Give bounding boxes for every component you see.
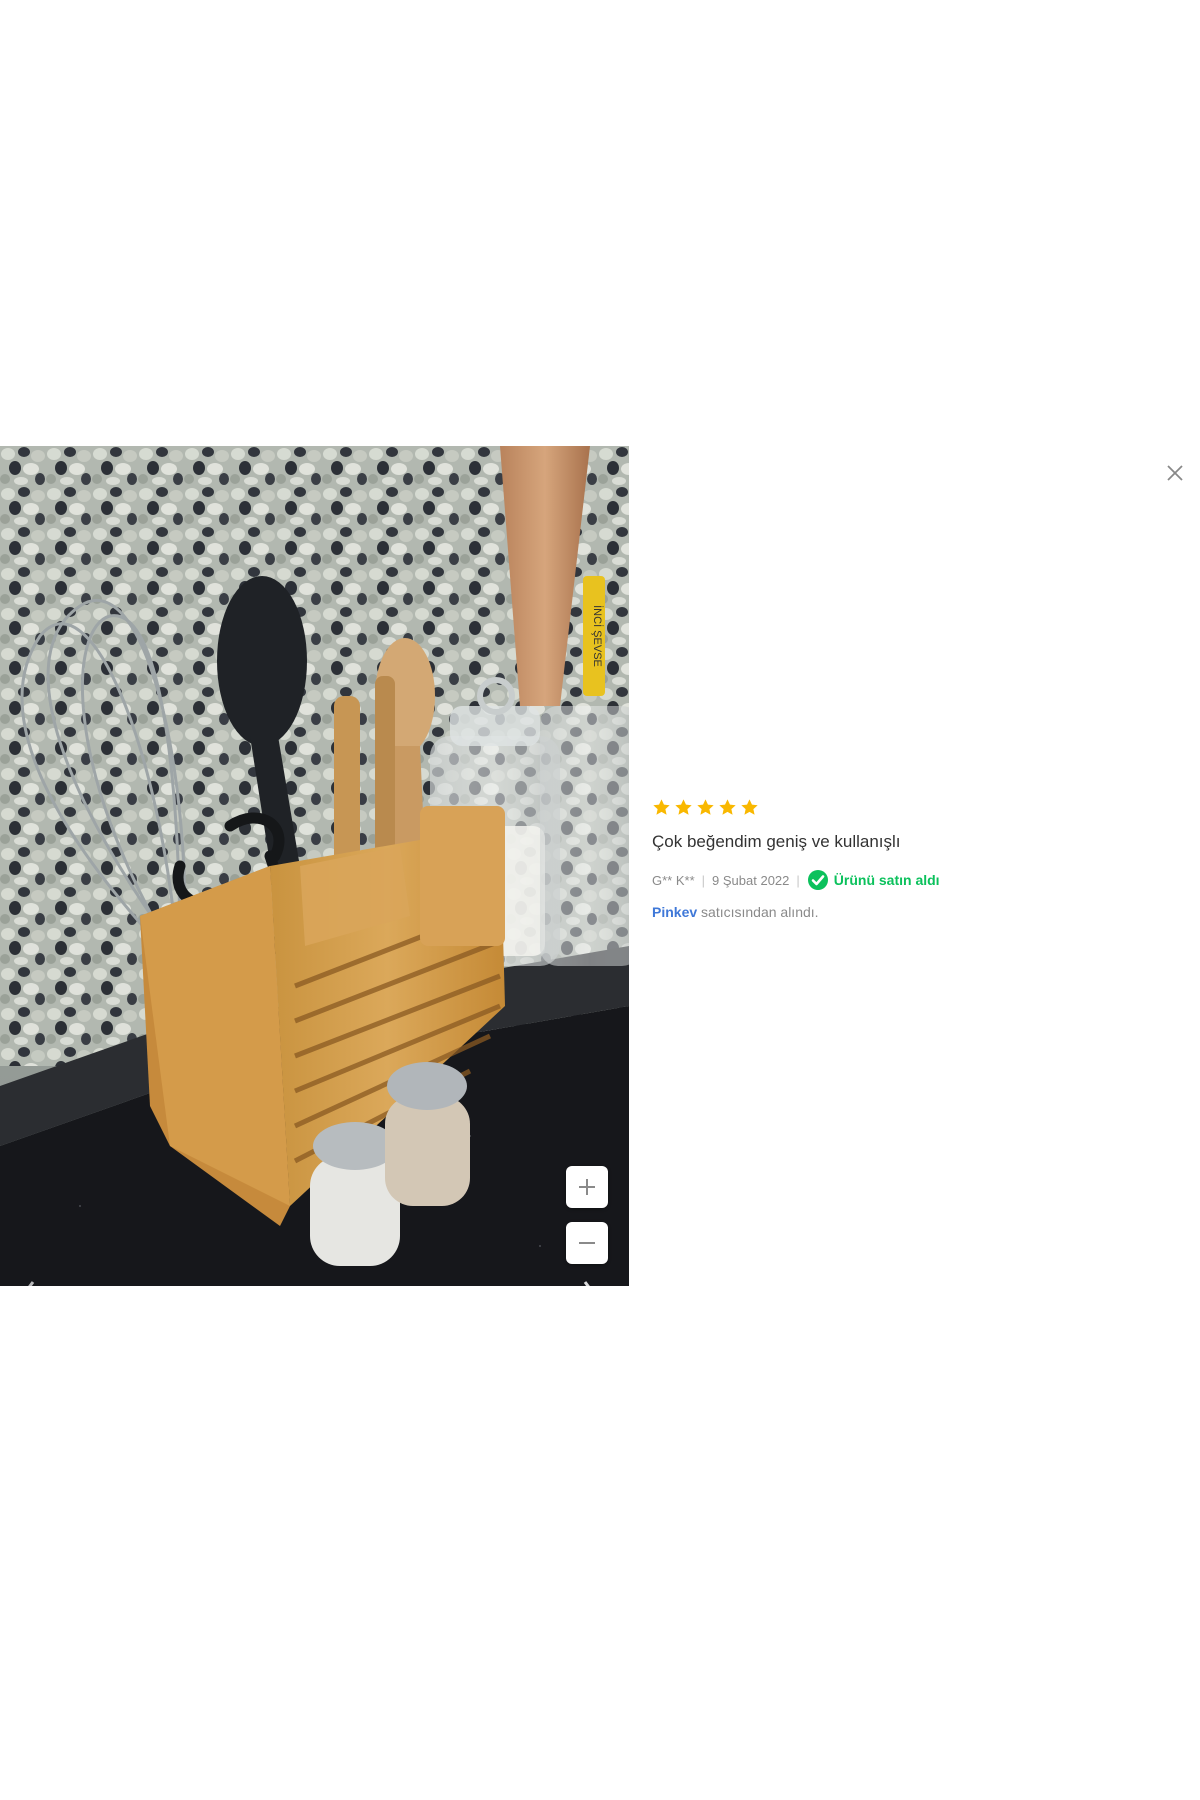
review-photo: İNCİ ŞEVSE [0, 446, 629, 1286]
chevron-right-icon [583, 1281, 590, 1286]
chevron-left-icon [28, 1281, 35, 1286]
svg-text:İNCİ ŞEVSE: İNCİ ŞEVSE [591, 605, 604, 667]
plus-icon [579, 1179, 595, 1195]
star-rating [652, 796, 1172, 818]
meta-separator: | [701, 872, 706, 888]
zoom-out-button[interactable] [566, 1222, 608, 1264]
star-icon [719, 798, 736, 815]
verified-label: Ürünü satın aldı [833, 872, 940, 888]
check-circle-icon [807, 870, 828, 890]
close-button[interactable] [1162, 460, 1188, 486]
previous-image-button[interactable] [4, 1266, 44, 1286]
seller-link[interactable]: Pinkev [652, 904, 697, 920]
review-text: Çok beğendim geniş ve kullanışlı [652, 832, 901, 851]
verified-purchase-badge: Ürünü satın aldı [807, 869, 940, 891]
star-icon [741, 798, 758, 815]
seller-suffix: satıcısından alındı. [697, 904, 819, 920]
review-meta: G** K** | 9 Şubat 2022 | Ürünü satın ald… [652, 868, 1172, 892]
review-date: 9 Şubat 2022 [712, 872, 790, 888]
meta-separator: | [796, 872, 800, 888]
star-icon [675, 798, 692, 815]
star-icon [697, 798, 714, 815]
seller-info: Pinkev satıcısından alındı. [652, 904, 1172, 920]
close-icon [1167, 465, 1183, 481]
zoom-in-button[interactable] [566, 1166, 608, 1208]
star-icon [653, 798, 670, 815]
next-image-button[interactable] [574, 1266, 614, 1286]
review-author: G** K** [652, 872, 695, 888]
review-image-modal: İNCİ ŞEVSE Çok beğendim geniş ve kullanı… [0, 0, 1200, 1800]
review-panel: Çok beğendim geniş ve kullanışlı G** K**… [652, 796, 1172, 920]
minus-icon [579, 1242, 595, 1244]
